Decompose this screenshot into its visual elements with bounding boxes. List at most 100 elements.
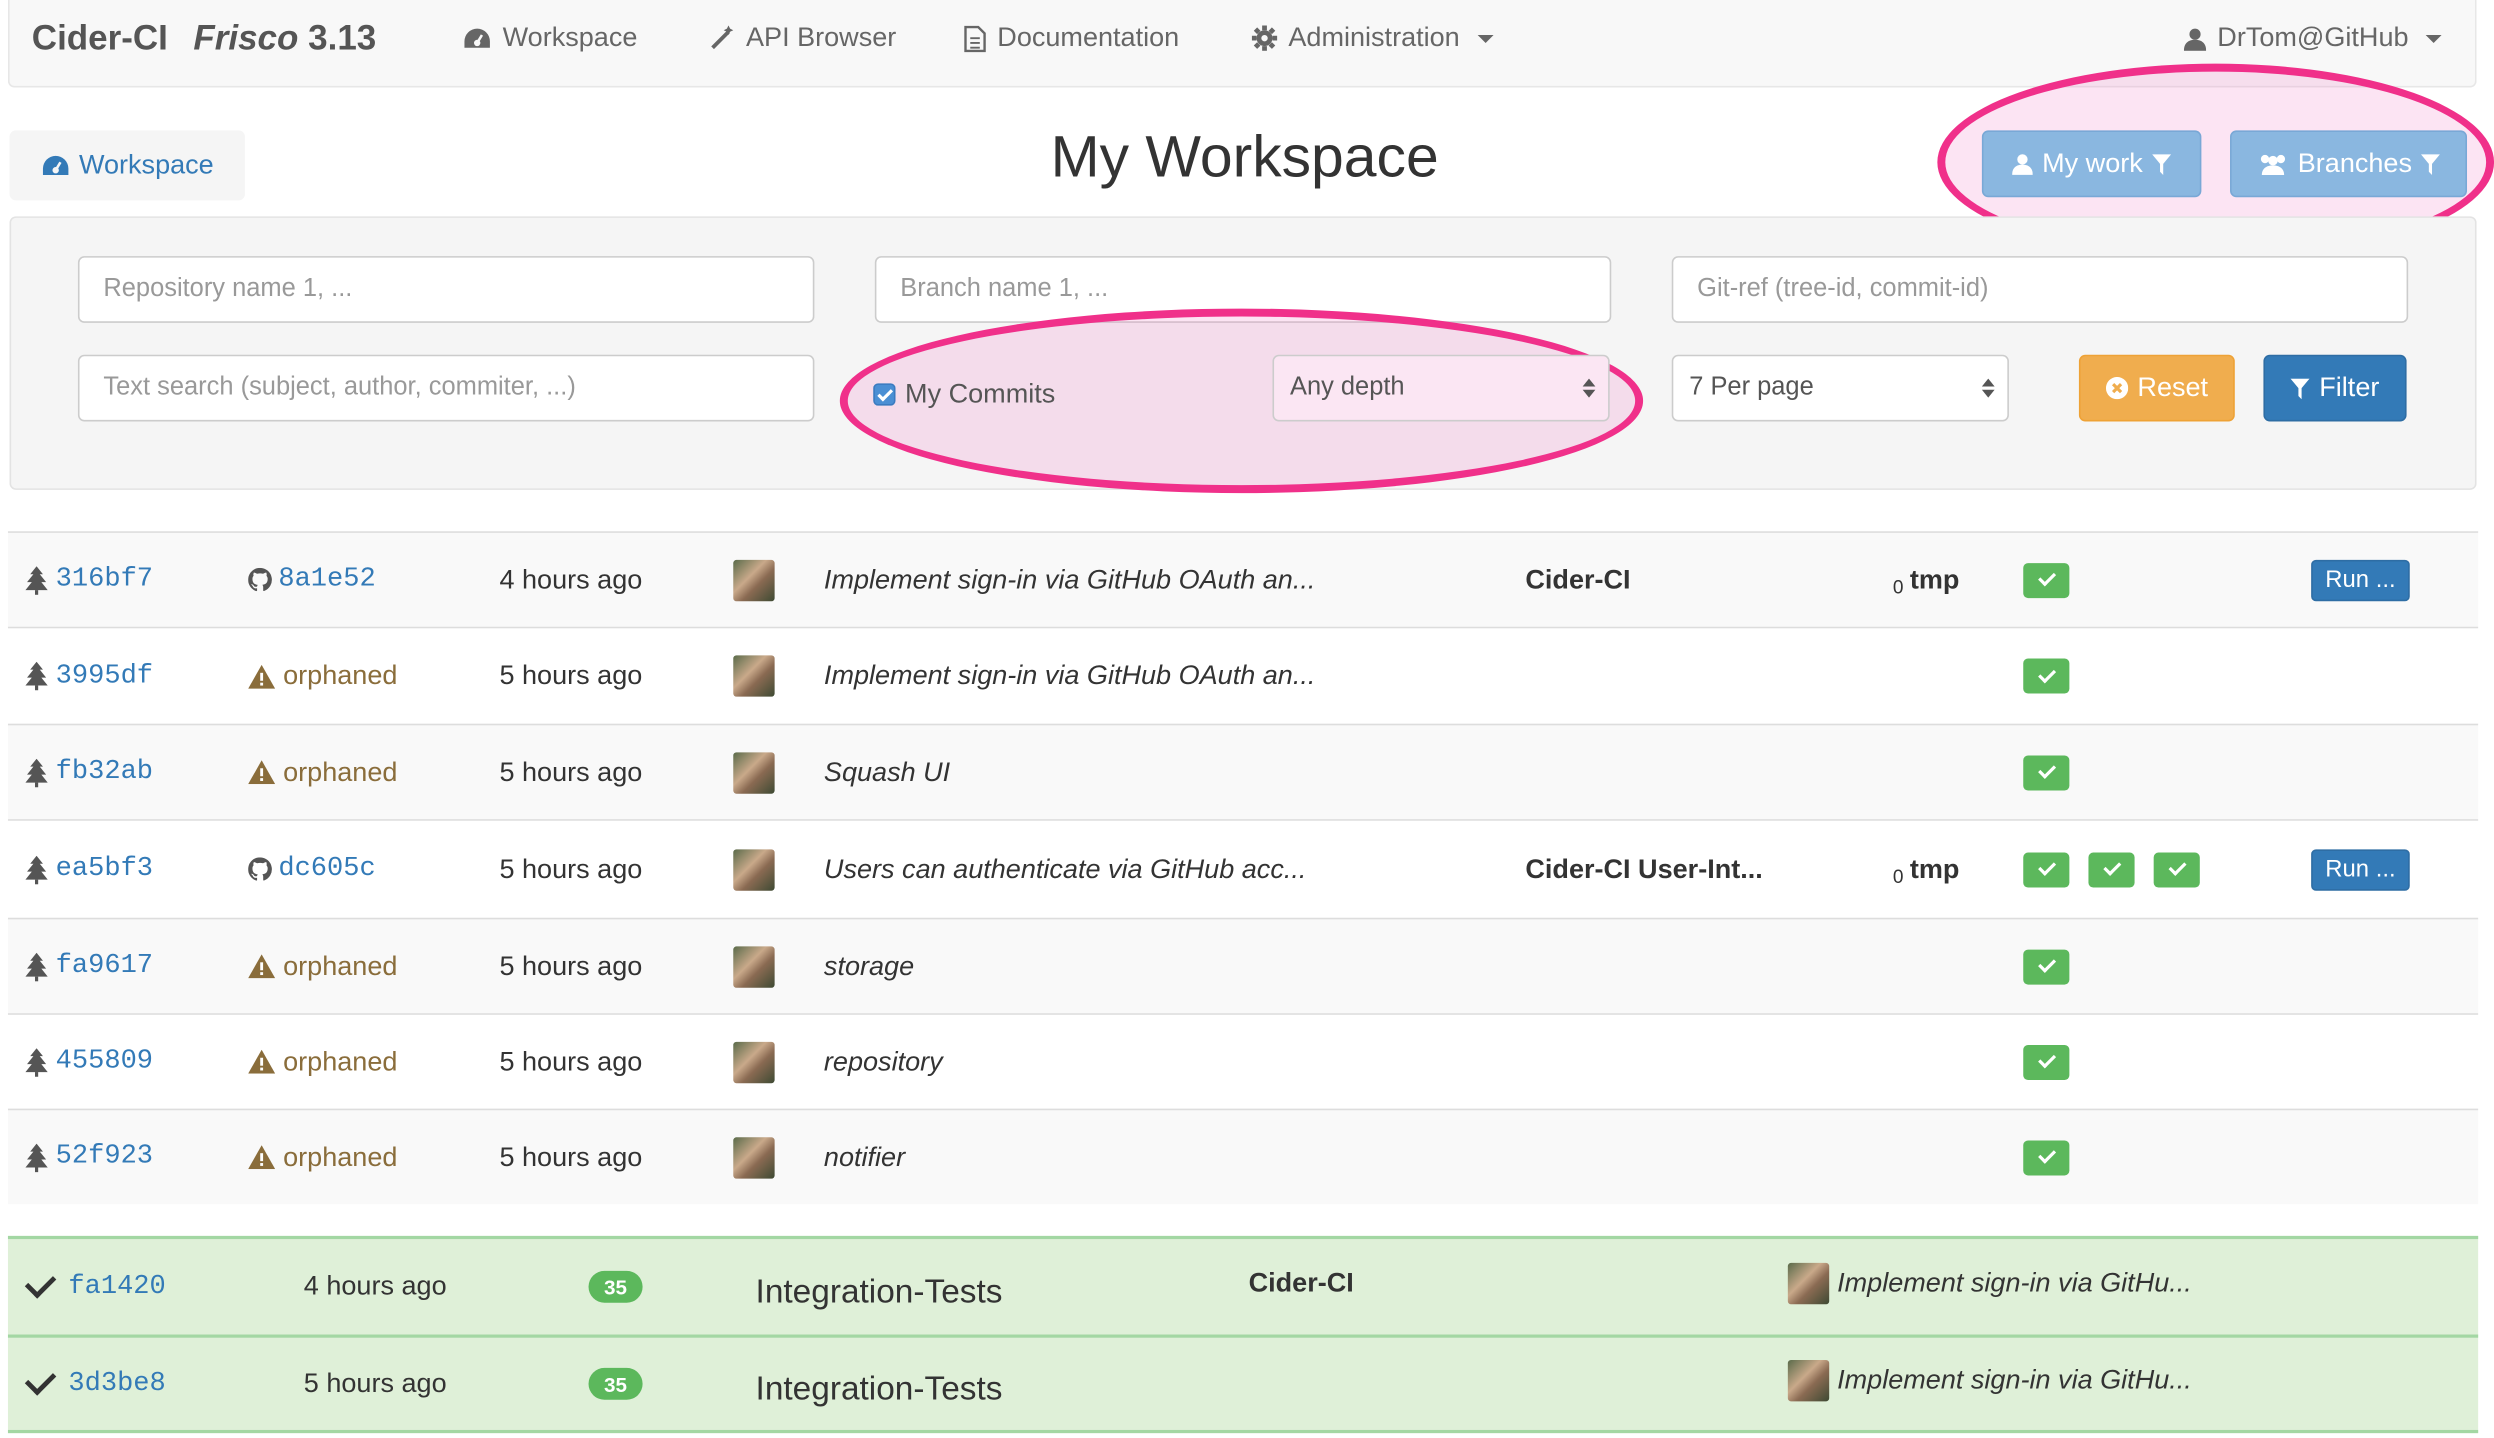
my-commits-checkbox[interactable]: My Commits <box>873 379 1055 411</box>
checkbox-checked-icon[interactable] <box>873 383 896 406</box>
tree-id-link[interactable]: 52f923 <box>24 1110 153 1204</box>
filter-icon <box>2421 153 2441 175</box>
job-passed-icon[interactable] <box>2023 562 2070 598</box>
tree-id: 455809 <box>55 1046 154 1077</box>
nav-item-documentation[interactable]: Documentation <box>964 22 1179 54</box>
job-commit-subject[interactable]: Implement sign-in via GitHu... <box>1787 1335 2192 1427</box>
filter-label: Filter <box>2319 372 2380 403</box>
text-search-placeholder: Text search (subject, author, commiter, … <box>103 373 576 401</box>
job-time-text: 4 hours ago <box>303 1270 447 1302</box>
job-passed-icon[interactable] <box>2023 658 2070 694</box>
job-status-badges <box>2023 1015 2088 1109</box>
commits-table: 316bf7 8a1e52 4 hours ago Implement sign-in… <box>7 531 2479 1205</box>
tree-id-link[interactable]: 316bf7 <box>24 533 153 627</box>
breadcrumb-workspace[interactable]: Workspace <box>9 130 245 201</box>
job-repository[interactable]: Cider-CI <box>1249 1236 1354 1331</box>
text-search-input[interactable]: Text search (subject, author, commiter, … <box>77 354 815 422</box>
commit-time-text: 5 hours ago <box>499 950 643 981</box>
per-page-select[interactable]: 7 Per page <box>1671 354 2009 422</box>
commit-time-text: 5 hours ago <box>499 1045 643 1077</box>
dashboard-icon <box>42 155 68 175</box>
orphaned-label: orphaned <box>283 1045 398 1077</box>
github-icon <box>248 567 272 592</box>
avatar <box>733 1041 775 1083</box>
nav-item-workspace[interactable]: Workspace <box>463 22 637 54</box>
my-work-button[interactable]: My work <box>1981 130 2202 198</box>
branch-placeholder: Branch name 1, ... <box>900 275 1109 303</box>
job-passed-icon[interactable] <box>2088 851 2135 887</box>
per-page-value: 7 Per page <box>1689 373 1814 401</box>
job-passed-icon[interactable] <box>2023 1044 2070 1080</box>
tree-icon <box>25 565 48 595</box>
commit-subject[interactable]: Implement sign-in via GitHub OAuth an... <box>824 628 1315 723</box>
commit-time-text: 5 hours ago <box>499 756 643 787</box>
branch-info[interactable]: 0 tmp <box>1893 821 1960 918</box>
task-count-badge: 35 <box>588 1367 643 1400</box>
commit-time: 5 hours ago <box>499 628 642 723</box>
commit-ref-link[interactable]: dc605c <box>248 821 376 918</box>
run-button[interactable]: Run ... <box>2311 559 2410 601</box>
task-count-badge: 35 <box>588 1270 643 1303</box>
tree-id: 3995df <box>55 660 154 692</box>
commit-subject[interactable]: repository <box>824 1015 943 1109</box>
commit-row: 52f923 orphaned 5 hours ago notifier <box>7 1108 2479 1205</box>
job-time: 4 hours ago <box>304 1239 447 1334</box>
job-name[interactable]: Integration-Tests <box>756 1245 1003 1340</box>
commit-subject-text: Implement sign-in via GitHub OAuth an... <box>823 563 1316 595</box>
job-status-badges <box>2023 919 2088 1013</box>
breadcrumb-label: Workspace <box>78 149 214 180</box>
warning-icon <box>248 1049 276 1074</box>
job-passed-icon[interactable] <box>2153 851 2200 887</box>
reset-button[interactable]: Reset <box>2078 354 2235 422</box>
tree-icon <box>25 1142 48 1172</box>
user-menu[interactable]: DrTom@GitHub <box>2183 22 2442 54</box>
select-arrows-icon <box>1981 378 1995 398</box>
chevron-down-icon <box>2426 34 2442 43</box>
author-avatar-cell <box>733 1015 775 1109</box>
author-avatar-cell <box>733 919 775 1013</box>
user-icon <box>2183 27 2207 51</box>
job-passed-icon[interactable] <box>2023 1139 2070 1175</box>
warning-icon <box>248 954 276 979</box>
tree-id-link[interactable]: 3995df <box>24 628 153 723</box>
commit-time-text: 5 hours ago <box>499 1141 643 1172</box>
tree-id-link[interactable]: fb32ab <box>24 725 153 819</box>
brand[interactable]: Cider-CI Frisco 3.13 <box>32 17 376 58</box>
job-tree-id-link[interactable]: fa1420 <box>68 1239 165 1334</box>
check-icon <box>24 1266 57 1298</box>
gitref-input[interactable]: Git-ref (tree-id, commit-id) <box>1671 256 2409 323</box>
repository-input[interactable]: Repository name 1, ... <box>77 256 815 323</box>
tree-id-link[interactable]: fa9617 <box>24 919 153 1013</box>
branches-button[interactable]: Branches <box>2230 130 2468 198</box>
job-name[interactable]: Integration-Tests <box>756 1344 1003 1436</box>
job-passed-icon[interactable] <box>2023 851 2070 887</box>
repository-name[interactable]: Cider-CI User-Int... <box>1525 821 1762 918</box>
commit-subject[interactable]: Users can authenticate via GitHub acc... <box>824 821 1306 918</box>
commit-subject[interactable]: Implement sign-in via GitHub OAuth an... <box>824 533 1315 627</box>
job-commit-subject[interactable]: Implement sign-in via GitHu... <box>1787 1236 2192 1331</box>
filter-button[interactable]: Filter <box>2263 354 2407 422</box>
commit-subject[interactable]: Squash UI <box>824 725 950 819</box>
job-passed-icon[interactable] <box>2023 948 2070 984</box>
job-tree-id-link[interactable]: 3d3be8 <box>68 1338 165 1430</box>
avatar <box>1787 1262 1830 1305</box>
branch-info[interactable]: 0 tmp <box>1893 533 1960 627</box>
depth-select[interactable]: Any depth <box>1272 354 1610 422</box>
nav-item-administration-label: Administration <box>1288 22 1460 53</box>
branch-depth: 0 <box>1892 575 1904 598</box>
commit-ref-link[interactable]: 8a1e52 <box>248 533 376 627</box>
commit-subject[interactable]: storage <box>824 919 914 1013</box>
job-status-badges <box>2023 628 2088 723</box>
job-passed-icon[interactable] <box>2023 754 2070 790</box>
commit-time: 5 hours ago <box>499 725 642 819</box>
nav-item-api-browser[interactable]: API Browser <box>709 22 896 54</box>
job-count-cell: 35 <box>588 1338 643 1430</box>
repository-name-text: Cider-CI User-Int... <box>1525 853 1763 884</box>
orphaned-status: orphaned <box>248 1110 397 1204</box>
nav-item-administration[interactable]: Administration <box>1251 22 1494 54</box>
tree-id-link[interactable]: ea5bf3 <box>24 821 153 918</box>
run-button[interactable]: Run ... <box>2311 848 2410 890</box>
tree-id-link[interactable]: 455809 <box>24 1015 153 1109</box>
commit-subject[interactable]: notifier <box>824 1110 905 1204</box>
repository-name[interactable]: Cider-CI <box>1525 533 1630 627</box>
